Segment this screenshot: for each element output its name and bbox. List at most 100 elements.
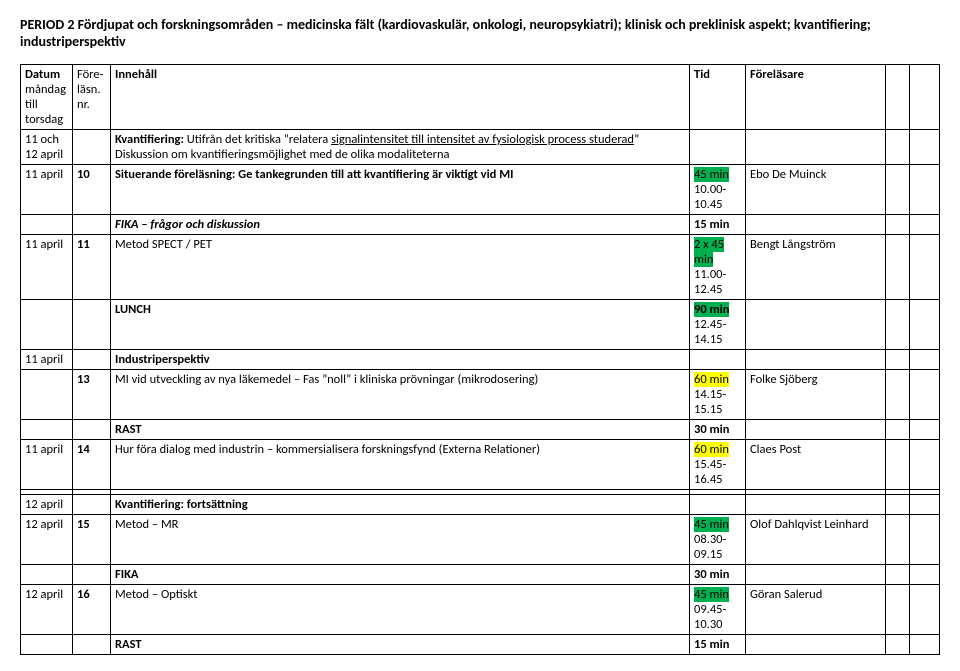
cell-content: FIKA – frågor och diskussion — [111, 215, 690, 235]
schedule-table: Datum måndag till torsdag Före-läsn. nr.… — [20, 64, 940, 655]
cell-tid: 15 min — [690, 215, 746, 235]
table-row: 11 april 11 Metod SPECT / PET 2 x 45 min… — [21, 235, 940, 300]
cell-content: Kvantifiering: Utifrån det kritiska ”rel… — [111, 130, 690, 165]
cell-empty — [886, 565, 910, 585]
cell-empty — [886, 440, 910, 490]
table-row: 11 och 12 april Kvantifiering: Utifrån d… — [21, 130, 940, 165]
cell-fore: Claes Post — [746, 440, 886, 490]
cell-tid: 2 x 45 min11.00-12.45 — [690, 235, 746, 300]
cell-tid — [690, 130, 746, 165]
cell-tid: 45 min08.30-09.15 — [690, 515, 746, 565]
cell-tid — [690, 350, 746, 370]
cell-nr — [73, 495, 111, 515]
head-tid: Tid — [690, 65, 746, 130]
table-row: FIKA 30 min — [21, 565, 940, 585]
cell-nr — [73, 130, 111, 165]
cell-date — [21, 565, 73, 585]
cell-empty — [910, 300, 940, 350]
table-row: 11 april 14 Hur föra dialog med industri… — [21, 440, 940, 490]
cell-empty — [886, 495, 910, 515]
cell-fore — [746, 300, 886, 350]
page-title: PERIOD 2 Fördjupat och forskningsområden… — [20, 16, 940, 50]
head-forelasare: Föreläsare — [746, 65, 886, 130]
cell-nr: 13 — [73, 370, 111, 420]
cell-date: 12 april — [21, 585, 73, 635]
cell-fore — [746, 635, 886, 655]
cell-tid: 60 min14.15-15.15 — [690, 370, 746, 420]
cell-date: 12 april — [21, 515, 73, 565]
cell-date — [21, 215, 73, 235]
cell-date: 11 april — [21, 165, 73, 215]
cell-content: RAST — [111, 420, 690, 440]
cell-nr — [73, 635, 111, 655]
cell-nr — [73, 215, 111, 235]
cell-empty — [886, 235, 910, 300]
cell-empty — [886, 585, 910, 635]
table-row: RAST 15 min — [21, 635, 940, 655]
cell-content: FIKA — [111, 565, 690, 585]
cell-empty — [886, 420, 910, 440]
table-row: RAST 30 min — [21, 420, 940, 440]
head-nr: Före-läsn. nr. — [73, 65, 111, 130]
cell-empty — [886, 370, 910, 420]
cell-tid — [690, 495, 746, 515]
cell-empty — [886, 130, 910, 165]
cell-nr: 11 — [73, 235, 111, 300]
head-datum: Datum måndag till torsdag — [21, 65, 73, 130]
cell-fore — [746, 130, 886, 165]
cell-nr: 15 — [73, 515, 111, 565]
cell-fore: Ebo De Muinck — [746, 165, 886, 215]
table-row: 11 april 10 Situerande föreläsning: Ge t… — [21, 165, 940, 215]
cell-tid: 60 min15.45-16.45 — [690, 440, 746, 490]
cell-empty — [910, 565, 940, 585]
head-empty1 — [886, 65, 910, 130]
cell-empty — [910, 165, 940, 215]
cell-empty — [886, 635, 910, 655]
cell-empty — [910, 635, 940, 655]
cell-content: Industriperspektiv — [111, 350, 690, 370]
cell-tid: 15 min — [690, 635, 746, 655]
cell-date — [21, 420, 73, 440]
cell-empty — [910, 440, 940, 490]
cell-empty — [886, 165, 910, 215]
cell-empty — [910, 370, 940, 420]
cell-tid: 45 min10.00-10.45 — [690, 165, 746, 215]
table-row: 11 april Industriperspektiv — [21, 350, 940, 370]
table-row: 13 MI vid utveckling av nya läkemedel – … — [21, 370, 940, 420]
cell-nr: 14 — [73, 440, 111, 490]
cell-content: LUNCH — [111, 300, 690, 350]
cell-empty — [910, 515, 940, 565]
table-row: 12 april 16 Metod – Optiskt 45 min09.45-… — [21, 585, 940, 635]
table-row: 12 april 15 Metod – MR 45 min08.30-09.15… — [21, 515, 940, 565]
cell-fore: Göran Salerud — [746, 585, 886, 635]
cell-fore: Olof Dahlqvist Leinhard — [746, 515, 886, 565]
cell-tid: 90 min12.45-14.15 — [690, 300, 746, 350]
cell-date: 11 april — [21, 350, 73, 370]
cell-content: RAST — [111, 635, 690, 655]
cell-tid: 30 min — [690, 565, 746, 585]
head-innehall: Innehåll — [111, 65, 690, 130]
cell-nr — [73, 420, 111, 440]
cell-empty — [910, 495, 940, 515]
table-row: FIKA – frågor och diskussion 15 min — [21, 215, 940, 235]
cell-fore — [746, 350, 886, 370]
cell-content: Metod – Optiskt — [111, 585, 690, 635]
cell-nr — [73, 565, 111, 585]
cell-tid: 45 min09.45-10.30 — [690, 585, 746, 635]
cell-empty — [910, 215, 940, 235]
cell-fore: Bengt Långström — [746, 235, 886, 300]
cell-content: MI vid utveckling av nya läkemedel – Fas… — [111, 370, 690, 420]
cell-date: 12 april — [21, 495, 73, 515]
cell-tid: 30 min — [690, 420, 746, 440]
cell-date: 11 april — [21, 440, 73, 490]
cell-empty — [910, 235, 940, 300]
cell-nr: 10 — [73, 165, 111, 215]
cell-empty — [886, 215, 910, 235]
cell-fore — [746, 215, 886, 235]
cell-date — [21, 635, 73, 655]
cell-date — [21, 300, 73, 350]
table-row: LUNCH 90 min12.45-14.15 — [21, 300, 940, 350]
cell-content: Situerande föreläsning: Ge tankegrunden … — [111, 165, 690, 215]
cell-content: Kvantifiering: fortsättning — [111, 495, 690, 515]
table-header-row: Datum måndag till torsdag Före-läsn. nr.… — [21, 65, 940, 130]
